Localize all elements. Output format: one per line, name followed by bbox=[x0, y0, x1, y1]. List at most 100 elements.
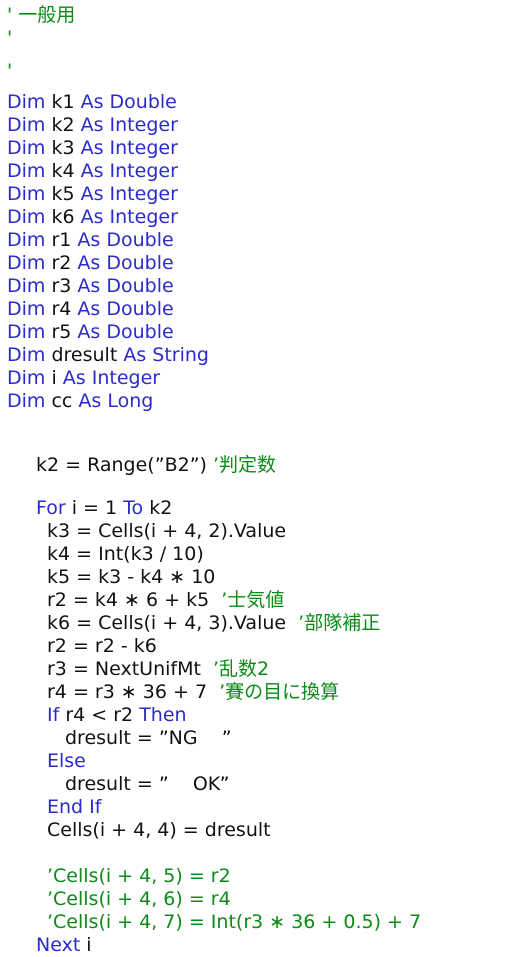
keyword-dim: Dim bbox=[7, 229, 46, 251]
keyword-dim: Dim bbox=[7, 367, 46, 389]
variable-name: k6 bbox=[45, 206, 81, 228]
type-name: Integer bbox=[103, 114, 178, 136]
keyword-dim: Dim bbox=[7, 183, 46, 205]
keyword-as: As bbox=[80, 160, 104, 182]
statement-code: k4 = Int(k3 / 10) bbox=[47, 543, 204, 565]
declaration-line: Dim dresult As String bbox=[7, 344, 505, 367]
keyword-else: Else bbox=[47, 750, 86, 772]
statement-code: k6 = Cells(i + 4, 3).Value bbox=[47, 612, 287, 634]
if-condition: r4 < r2 bbox=[59, 704, 140, 726]
declaration-line: Dim r4 As Double bbox=[7, 298, 505, 321]
declaration-line: Dim k4 As Integer bbox=[7, 160, 505, 183]
variable-name: k3 bbox=[45, 137, 81, 159]
commented-out-line: ’Cells(i + 4, 7) = Int(r3 ∗ 36 + 0.5) + … bbox=[7, 911, 505, 934]
statement-code: r4 = r3 ∗ 36 + 7 bbox=[47, 681, 208, 703]
keyword-as: As bbox=[77, 321, 101, 343]
type-name: Double bbox=[100, 229, 174, 251]
loop-variable-range: i = 1 bbox=[65, 497, 124, 519]
keyword-dim: Dim bbox=[7, 275, 46, 297]
keyword-as: As bbox=[62, 367, 86, 389]
commented-out-line: ’Cells(i + 4, 6) = r4 bbox=[7, 888, 505, 911]
declaration-line: Dim i As Integer bbox=[7, 367, 505, 390]
declaration-line: Dim k3 As Integer bbox=[7, 137, 505, 160]
statement-code: k5 = k3 - k4 ∗ 10 bbox=[47, 566, 216, 588]
declaration-line: Dim r3 As Double bbox=[7, 275, 505, 298]
comment-line: ' bbox=[7, 60, 505, 83]
type-name: Long bbox=[101, 390, 154, 412]
keyword-if: If bbox=[47, 704, 60, 726]
declaration-line: Dim k2 As Integer bbox=[7, 114, 505, 137]
type-name: Double bbox=[103, 91, 177, 113]
else-clause: Else bbox=[7, 750, 505, 773]
keyword-dim: Dim bbox=[7, 91, 46, 113]
comment-text: ' bbox=[7, 27, 13, 49]
declaration-block: Dim k1 As Double Dim k2 As Integer Dim k… bbox=[0, 83, 505, 413]
variable-name: i bbox=[45, 367, 63, 389]
statement-line: r2 = r2 - k6 bbox=[7, 635, 505, 658]
inline-comment: ’賽の目に換算 bbox=[207, 681, 340, 703]
type-name: Double bbox=[100, 298, 174, 320]
keyword-next: Next bbox=[36, 934, 81, 956]
type-name: Integer bbox=[103, 137, 178, 159]
keyword-dim: Dim bbox=[7, 344, 46, 366]
end-if-clause: End If bbox=[7, 796, 505, 819]
type-name: String bbox=[146, 344, 209, 366]
next-statement: Next i bbox=[7, 934, 505, 957]
inline-comment: ’判定数 bbox=[206, 454, 277, 476]
statement-line: dresult = ” OK” bbox=[7, 773, 505, 796]
keyword-to: To bbox=[123, 497, 144, 519]
statement-line: dresult = ”NG ” bbox=[7, 727, 505, 750]
statement-code: dresult = ” OK” bbox=[65, 773, 230, 795]
keyword-dim: Dim bbox=[7, 298, 46, 320]
declaration-line: Dim k6 As Integer bbox=[7, 206, 505, 229]
variable-name: k1 bbox=[45, 91, 81, 113]
if-statement-open: If r4 < r2 Then bbox=[7, 704, 505, 727]
comment-text: 一般用 bbox=[12, 4, 76, 26]
type-name: Integer bbox=[103, 206, 178, 228]
keyword-as: As bbox=[123, 344, 147, 366]
keyword-dim: Dim bbox=[7, 321, 46, 343]
declaration-line: Dim r1 As Double bbox=[7, 229, 505, 252]
inline-comment: ’士気値 bbox=[209, 589, 285, 611]
variable-name: r1 bbox=[45, 229, 78, 251]
inline-comment: ’乱数2 bbox=[200, 658, 270, 680]
variable-name: r2 bbox=[45, 252, 78, 274]
type-name: Integer bbox=[85, 367, 161, 389]
variable-name: k5 bbox=[45, 183, 81, 205]
type-name: Integer bbox=[103, 160, 178, 182]
keyword-as: As bbox=[80, 137, 104, 159]
keyword-dim: Dim bbox=[7, 390, 46, 412]
declaration-line: Dim k5 As Integer bbox=[7, 183, 505, 206]
statement-line: k6 = Cells(i + 4, 3).Value ’部隊補正 bbox=[7, 612, 505, 635]
variable-name: r4 bbox=[45, 298, 78, 320]
code-editor-view: ' 一般用 ' ' Dim k1 As Double Dim k2 As Int… bbox=[0, 0, 505, 956]
type-name: Double bbox=[100, 252, 174, 274]
variable-name: k2 bbox=[45, 114, 81, 136]
keyword-as: As bbox=[77, 229, 101, 251]
variable-name: r5 bbox=[45, 321, 78, 343]
keyword-as: As bbox=[77, 275, 101, 297]
keyword-as: As bbox=[80, 206, 104, 228]
statement-code: k3 = Cells(i + 4, 2).Value bbox=[47, 520, 287, 542]
statement-line: k5 = k3 - k4 ∗ 10 bbox=[7, 566, 505, 589]
statement-code: r2 = k4 ∗ 6 + k5 bbox=[47, 589, 210, 611]
variable-name: cc bbox=[45, 390, 79, 412]
keyword-as: As bbox=[78, 390, 102, 412]
keyword-then: Then bbox=[139, 704, 187, 726]
declaration-line: Dim k1 As Double bbox=[7, 91, 505, 114]
statement-line: k2 = Range(”B2”) ’判定数 bbox=[7, 454, 505, 477]
variable-name: k4 bbox=[45, 160, 81, 182]
comment-text: ’Cells(i + 4, 6) = r4 bbox=[47, 888, 231, 910]
variable-name: r3 bbox=[45, 275, 78, 297]
statement-line: r3 = NextUnifMt ’乱数2 bbox=[7, 658, 505, 681]
keyword-as: As bbox=[77, 298, 101, 320]
keyword-dim: Dim bbox=[7, 137, 46, 159]
statement-code: dresult = ”NG ” bbox=[65, 727, 232, 749]
keyword-as: As bbox=[80, 91, 104, 113]
comment-text: ’Cells(i + 4, 7) = Int(r3 ∗ 36 + 0.5) + … bbox=[47, 911, 422, 933]
variable-name: dresult bbox=[45, 344, 124, 366]
comment-line: ' 一般用 bbox=[7, 4, 505, 27]
header-comment-block: ' 一般用 ' ' bbox=[0, 0, 505, 83]
